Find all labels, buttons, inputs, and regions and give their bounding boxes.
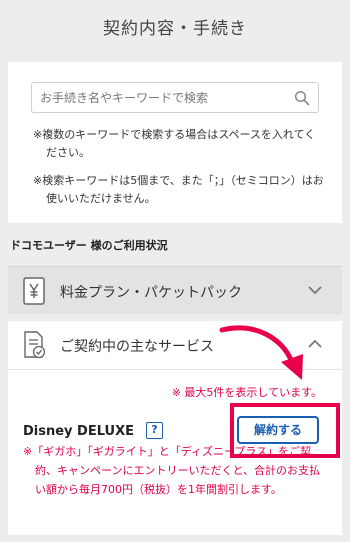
- contract-check-icon: [24, 331, 46, 359]
- page-title: 契約内容・手続き: [103, 19, 247, 39]
- services-panel: ※ 最大5件を表示しています。 Disney DELUXE ? 解約する ※「ギ…: [8, 369, 342, 535]
- yen-document-icon: [23, 277, 45, 305]
- search-card: ※複数のキーワードで検索する場合はスペースを入れてください。 ※検索キーワードは…: [8, 62, 342, 223]
- accordion-services[interactable]: ご契約中の主なサービス: [8, 321, 342, 369]
- search-note-spaces: ※複数のキーワードで検索する場合はスペースを入れてください。: [33, 128, 316, 159]
- search-box[interactable]: [31, 82, 319, 113]
- search-note-limit: ※検索キーワードは5個まで、また「；」（セミコロン）はお使いいただけません。: [33, 174, 324, 205]
- discount-note: ※「ギガホ」「ギガライト」と「ディズニープラス」をご契約、キャンペーンにエントリ…: [23, 445, 321, 496]
- help-icon[interactable]: ?: [146, 422, 163, 439]
- usage-heading: ドコモユーザー 様のご利用状況: [10, 239, 168, 252]
- search-icon[interactable]: [294, 90, 310, 106]
- max-items-note: ※ 最大5件を表示しています。: [171, 386, 322, 399]
- chevron-up-icon[interactable]: [308, 339, 322, 349]
- search-input[interactable]: [40, 87, 290, 109]
- accordion-plan-label: 料金プラン・パケットパック: [60, 285, 242, 301]
- service-name: Disney DELUXE: [23, 424, 135, 439]
- cancel-subscription-button[interactable]: 解約する: [237, 416, 319, 444]
- accordion-services-label: ご契約中の主なサービス: [60, 339, 214, 355]
- accordion-plan[interactable]: 料金プラン・パケットパック: [8, 266, 342, 314]
- chevron-down-icon[interactable]: [308, 285, 322, 295]
